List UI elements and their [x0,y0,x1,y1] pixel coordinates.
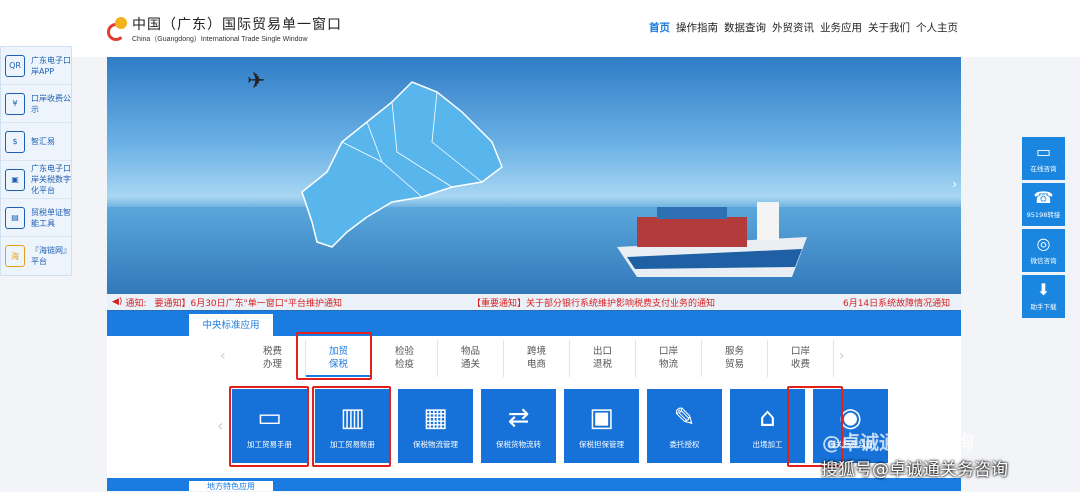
cards-prev-arrow-icon[interactable]: ‹ [217,416,223,435]
subtab-port-fees[interactable]: 口岸 收费 [768,340,834,377]
sidebar-item-label: 广东电子口岸APP [31,55,71,76]
highlight-box [229,386,309,467]
sidebar-item-label: 『海链网』平台 [31,246,71,266]
wechat-consult-button[interactable]: ◎ 微信咨询 [1022,229,1065,272]
sidebar-item-label: 广东电子口岸关税数字化平台 [31,164,71,195]
truck-icon: ⇄ [507,402,530,433]
panel-header: 中央标准应用 [107,311,961,336]
sidebar-item-digital-platform[interactable]: ▣ 广东电子口岸关税数字化平台 [1,161,71,199]
subtab-next-arrow-icon[interactable]: › [839,348,845,364]
subtab-inspection[interactable]: 检验 检疫 [372,340,438,377]
site-logo[interactable]: 中国（广东）国际贸易单一窗口 China（Guangdong）Internati… [107,14,342,44]
factory-icon: ⌂ [759,402,776,433]
nav-home[interactable]: 首页 [649,20,670,35]
nav-personal[interactable]: 个人主页 [916,20,958,35]
subtab-prev-arrow-icon[interactable]: ‹ [220,348,226,364]
logo-mark-icon [107,17,129,41]
main-nav: 首页 操作指南 数据查询 外贸资讯 业务应用 关于我们 个人主页 [649,20,958,35]
app-card-authorization[interactable]: ✎ 委托授权 [647,389,722,463]
wechat-icon: ◎ [1036,234,1051,253]
shield-icon: ▣ [589,402,614,433]
subtab-port-logistics[interactable]: 口岸 物流 [636,340,702,377]
logo-subtitle: China（Guangdong）International Trade Sing… [132,36,308,43]
sidebar-item-hailian[interactable]: 海 『海链网』平台 [1,237,71,275]
download-icon: ⬇ [1036,280,1051,299]
online-consult-button[interactable]: ▭ 在线咨询 [1022,137,1065,180]
sidebar-item-zhihuiyi[interactable]: $ 智汇易 [1,123,71,161]
nav-guide[interactable]: 操作指南 [676,20,718,35]
app-card-bonded-transfer[interactable]: ⇄ 保税货物流转 [481,389,556,463]
nav-data-query[interactable]: 数据查询 [724,20,766,35]
app-card-bonded-logistics[interactable]: ▦ 保税物流管理 [398,389,473,463]
qr-code-icon: QR [5,54,25,77]
sidebar-item-doc-tools[interactable]: ▤ 贸税单证智能工具 [1,199,71,237]
cargo-ship-icon [617,202,807,277]
subtab-goods-clearance[interactable]: 物品 通关 [438,340,504,377]
sidebar-item-fees[interactable]: ¥ 口岸收费公示 [1,85,71,123]
ticker-item[interactable]: 要通知】6月30日广东"单一窗口"平台维护通知 [154,296,341,309]
subtab-export-rebate[interactable]: 出口 退税 [570,340,636,377]
banner-next-arrow-icon[interactable]: › [952,177,957,191]
highlight-box [312,386,391,467]
logo-title: 中国（广东）国际贸易单一窗口 [132,17,342,33]
nav-about[interactable]: 关于我们 [868,20,910,35]
phone-consult-button[interactable]: ☎ 95198转接 [1022,183,1065,226]
subtab-service-trade[interactable]: 服务 贸易 [702,340,768,377]
chat-icon: ▭ [1035,142,1052,161]
airplane-icon: ✈ [247,69,266,94]
sidebar-item-label: 智汇易 [31,137,55,146]
sidebar-item-label: 口岸收费公示 [31,93,71,114]
ticker-prefix: 通知: [125,298,147,309]
right-help-bar: ▭ 在线咨询 ☎ 95198转接 ◎ 微信咨询 ⬇ 助手下载 [1022,137,1065,321]
local-apps-tab[interactable]: 地方特色应用 [189,481,273,491]
panel-title-tab[interactable]: 中央标准应用 [189,314,273,336]
sidebar-item-label: 贸税单证智能工具 [31,207,71,228]
assistant-download-button[interactable]: ⬇ 助手下载 [1022,275,1065,318]
ticker-item[interactable]: 【重要通知】关于部分银行系统维护影响税费支付业务的通知 [472,296,715,309]
guangdong-map-icon [301,81,503,248]
monitor-icon: ▣ [5,168,25,191]
ticker-item[interactable]: 6月14日系统故障情况通知 [843,296,950,309]
phone-icon: ☎ [1033,188,1054,207]
highlight-box [296,332,372,380]
sidebar-item-app[interactable]: QR 广东电子口岸APP [1,47,71,85]
yen-icon: ¥ [5,92,25,115]
dollar-icon: $ [5,130,25,153]
location-icon: ▦ [423,402,448,433]
document-icon: ▤ [5,206,25,229]
left-quick-links: QR 广东电子口岸APP ¥ 口岸收费公示 $ 智汇易 ▣ 广东电子口岸关税数字… [0,46,72,276]
nav-trade-news[interactable]: 外贸资讯 [772,20,814,35]
subtab-cross-border[interactable]: 跨境 电商 [504,340,570,377]
app-card-bonded-guarantee[interactable]: ▣ 保税担保管理 [564,389,639,463]
hailian-logo-icon: 海 [5,245,25,267]
nav-business-apps[interactable]: 业务应用 [820,20,862,35]
edit-icon: ✎ [673,402,696,433]
watermark: @卓诚通关务咨询 [822,432,975,454]
site-header: 中国（广东）国际贸易单一窗口 China（Guangdong）Internati… [0,0,1080,57]
hero-banner[interactable]: ✈ › ◀) 通知: 要通知】6月30日广东"单一窗口"平台维护通知 【重要通知… [107,57,961,311]
news-ticker[interactable]: ◀) 通知: 要通知】6月30日广东"单一窗口"平台维护通知 【重要通知】关于部… [107,294,961,310]
watermark-sohu: 搜狐号@卓诚通关务咨询 [821,460,1008,480]
speaker-icon: ◀) [112,297,123,307]
